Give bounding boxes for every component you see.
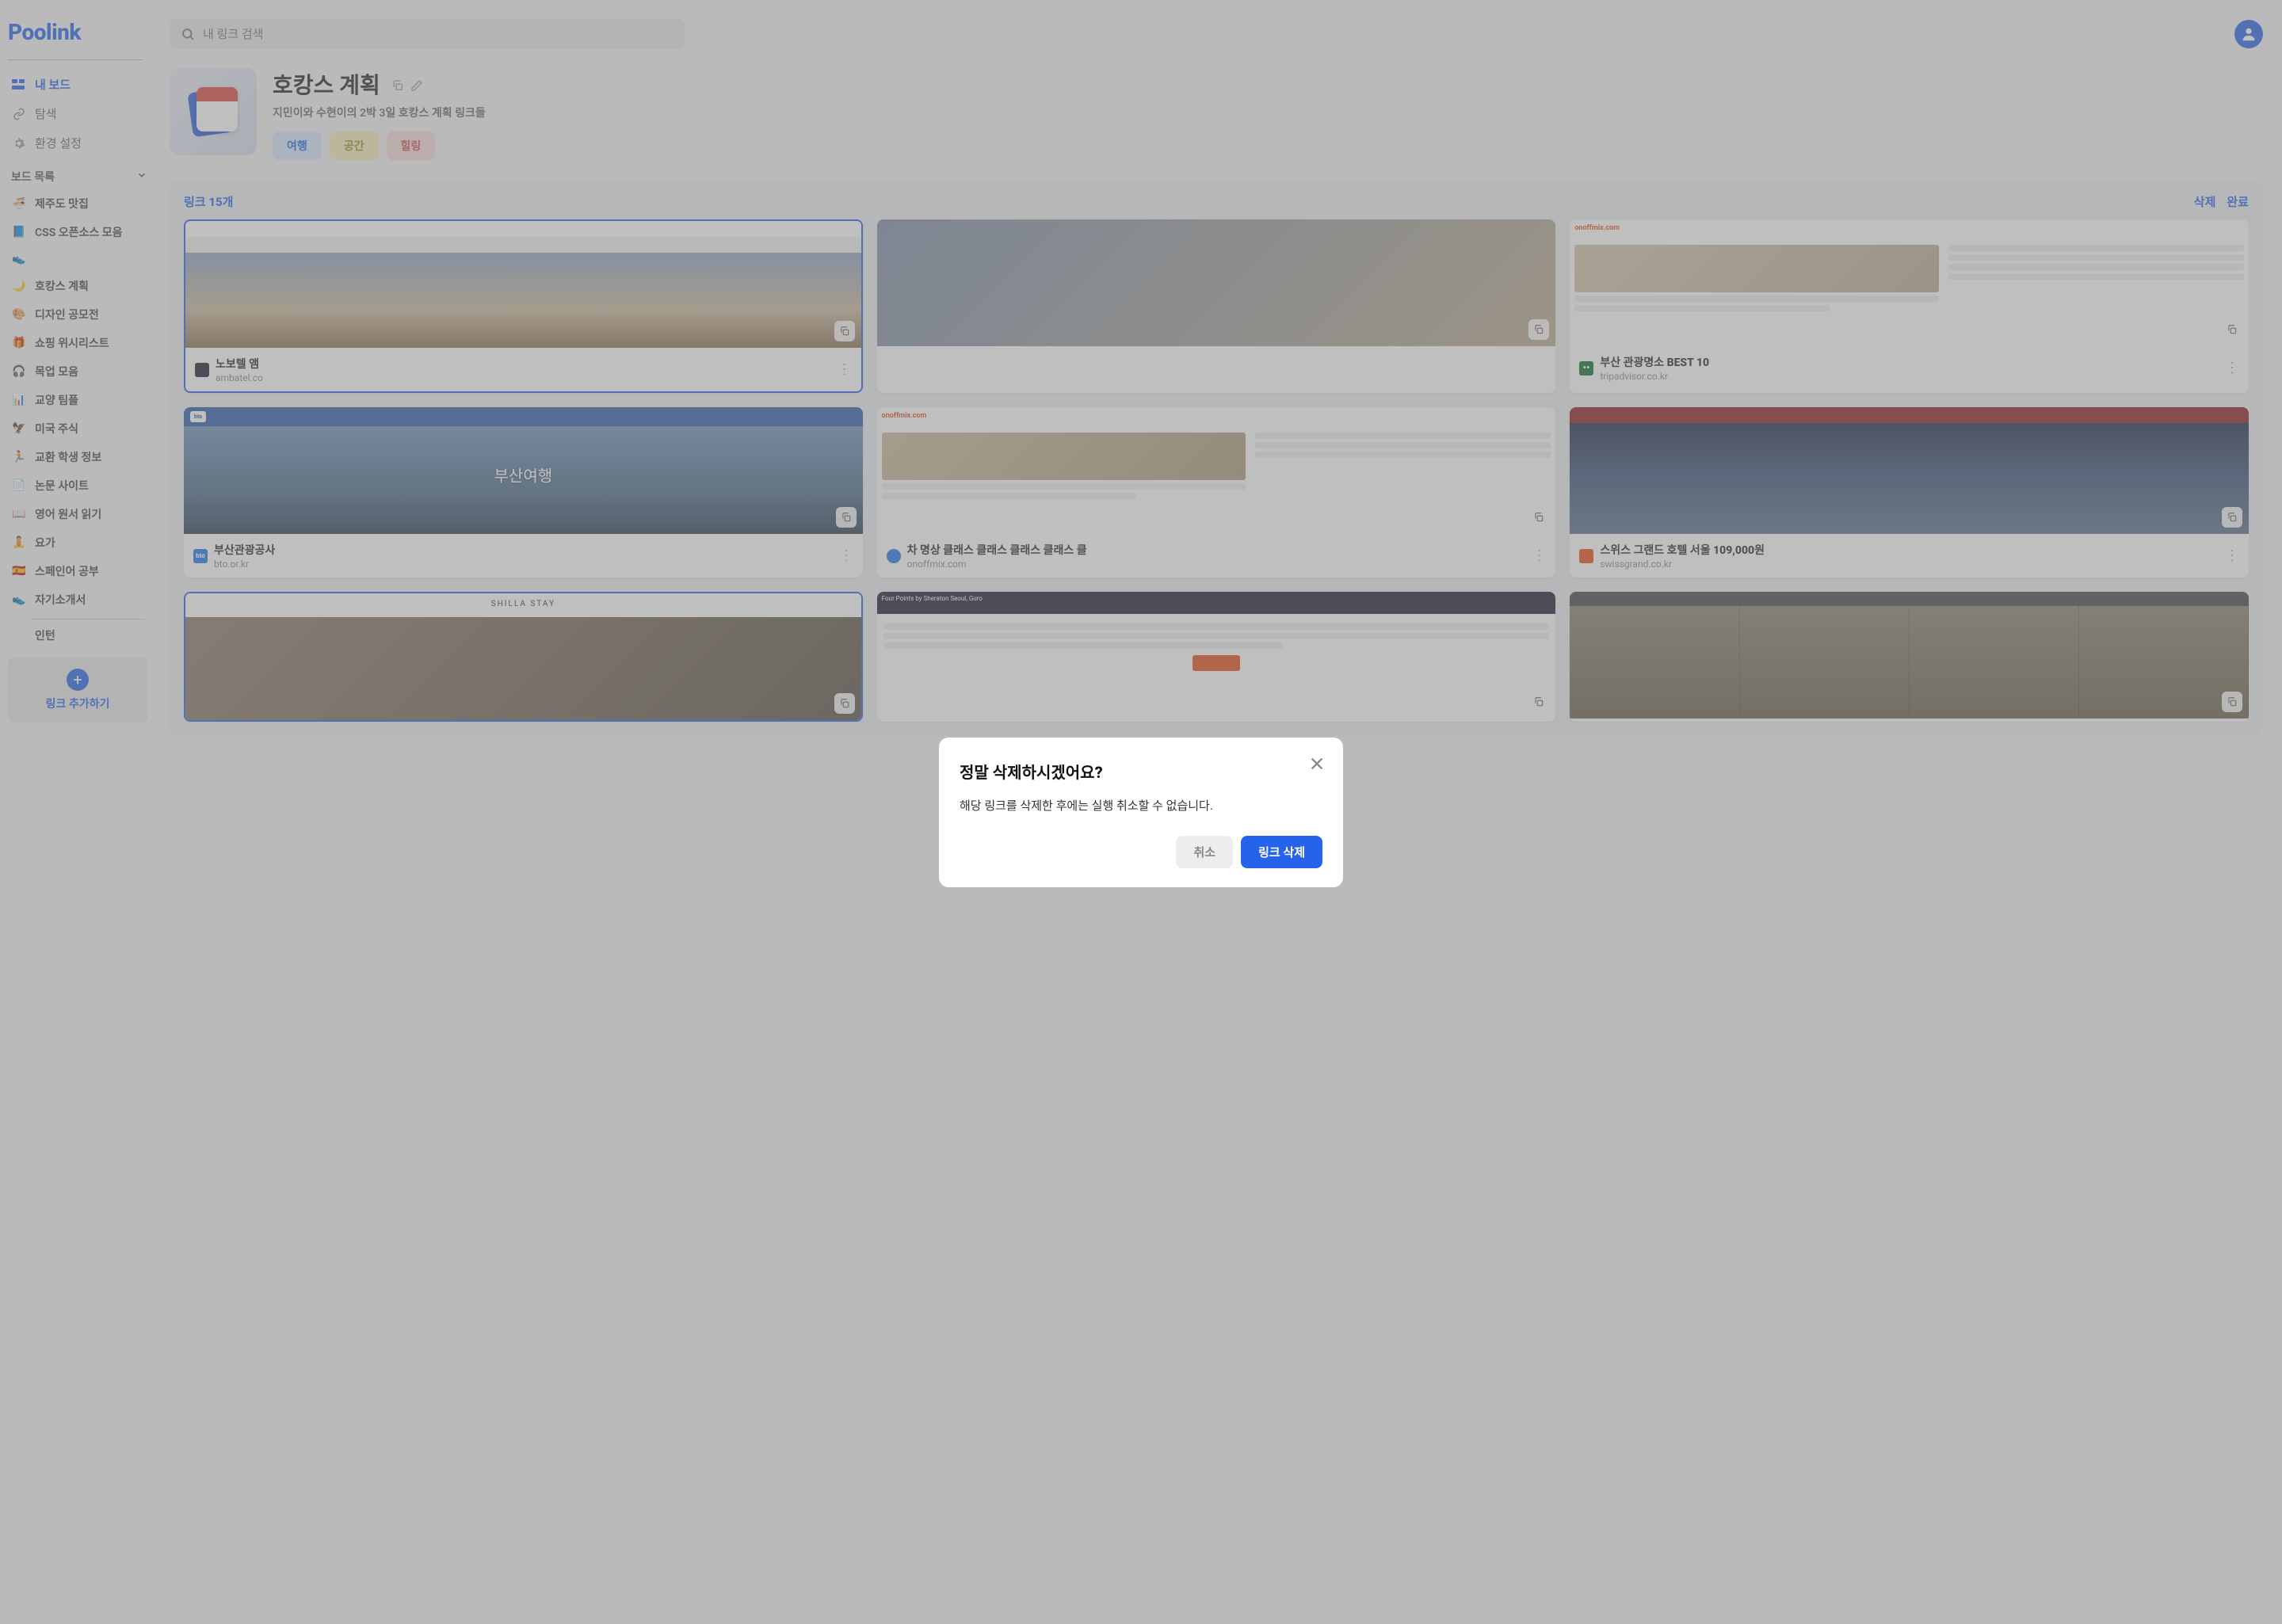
modal-body: 해당 링크를 삭제한 후에는 실행 취소할 수 없습니다. bbox=[960, 797, 1322, 814]
confirm-delete-button[interactable]: 링크 삭제 bbox=[1241, 836, 1322, 868]
modal-title: 정말 삭제하시겠어요? bbox=[960, 760, 1322, 783]
cancel-button[interactable]: 취소 bbox=[1176, 836, 1233, 868]
close-icon[interactable] bbox=[1308, 755, 1326, 776]
delete-confirm-modal: 정말 삭제하시겠어요? 해당 링크를 삭제한 후에는 실행 취소할 수 없습니다… bbox=[939, 738, 1343, 887]
modal-overlay[interactable]: 정말 삭제하시겠어요? 해당 링크를 삭제한 후에는 실행 취소할 수 없습니다… bbox=[0, 0, 2282, 1624]
modal-footer: 취소 링크 삭제 bbox=[960, 836, 1322, 868]
